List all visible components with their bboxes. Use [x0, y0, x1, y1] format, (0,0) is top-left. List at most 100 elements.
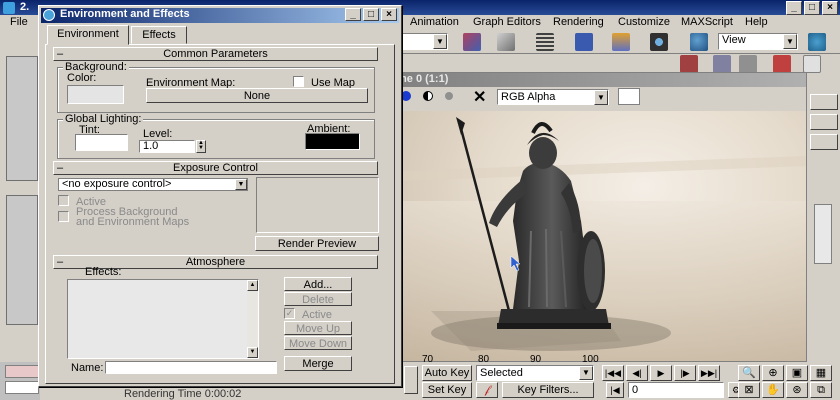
use-map-checkbox[interactable]	[293, 76, 304, 87]
zoom-extents-all-icon[interactable]: ▦	[810, 365, 832, 381]
exposure-control-rollout[interactable]: – Exposure Control	[53, 161, 378, 175]
delete-effect-button[interactable]: Delete	[284, 292, 352, 306]
menu-file[interactable]: File	[10, 16, 28, 28]
select-link-icon[interactable]	[680, 55, 698, 73]
panel-button[interactable]	[810, 134, 838, 150]
exposure-control-select[interactable]: <no exposure control> ▼	[58, 178, 248, 191]
move-up-button[interactable]: Move Up	[284, 321, 352, 335]
athena-statue-render	[401, 117, 806, 361]
dialog-close-button[interactable]: ×	[381, 8, 397, 21]
pan-icon[interactable]: ✋	[762, 382, 784, 398]
curve-editor-icon[interactable]	[575, 33, 593, 51]
app-logo-icon	[43, 9, 55, 21]
alpha-channel-icon[interactable]	[423, 91, 433, 101]
play-icon[interactable]: ▶	[650, 365, 672, 381]
channel-select[interactable]: RGB Alpha ▼	[497, 89, 609, 105]
mirror-icon[interactable]	[463, 33, 481, 51]
maxscript-listener[interactable]	[5, 365, 39, 378]
merge-button[interactable]: Merge	[284, 356, 352, 371]
effects-list[interactable]: ▲ ▼	[67, 279, 259, 359]
key-mode-toggle[interactable]	[404, 366, 418, 394]
exposure-active-checkbox[interactable]	[58, 195, 69, 206]
chevron-down-icon: ▼	[235, 179, 247, 190]
zoom-icon[interactable]: 🔍	[738, 365, 760, 381]
layer-manager-icon[interactable]	[536, 33, 554, 51]
default-tangent-icon[interactable]: 𝒻	[476, 382, 498, 398]
background-color-swatch[interactable]	[67, 85, 124, 104]
collapse-icon: –	[57, 162, 64, 174]
quick-render-icon[interactable]	[808, 33, 826, 51]
app-close-button[interactable]: ×	[822, 1, 838, 15]
align-icon[interactable]	[497, 33, 515, 51]
app-maximize-button[interactable]: □	[804, 1, 820, 15]
tab-effects[interactable]: Effects	[131, 26, 187, 44]
next-frame-icon[interactable]: |▶	[674, 365, 696, 381]
effect-name-field[interactable]	[105, 361, 277, 374]
zoom-extents-icon[interactable]: ▣	[786, 365, 808, 381]
previous-frame-icon[interactable]: ◀|	[626, 365, 648, 381]
current-frame-field[interactable]: 0	[628, 382, 724, 398]
orbit-icon[interactable]: ⊛	[786, 382, 808, 398]
menu-graph-editors[interactable]: Graph Editors	[473, 16, 541, 28]
render-type-select[interactable]: View ▼	[718, 33, 798, 50]
secondary-toolbar	[400, 54, 840, 74]
mesh-icon[interactable]	[739, 55, 757, 73]
monochrome-icon[interactable]	[445, 92, 453, 100]
reference-coord-select[interactable]: ▼	[402, 33, 448, 50]
level-spinner-field[interactable]: 1.0	[139, 140, 195, 153]
zoom-all-icon[interactable]: ⊕	[762, 365, 784, 381]
schematic-view-icon[interactable]	[612, 33, 630, 51]
auto-key-button[interactable]: Auto Key	[422, 365, 472, 381]
atmosphere-active-checkbox[interactable]: ✓	[284, 308, 295, 319]
menu-animation[interactable]: Animation	[410, 16, 459, 28]
maxscript-input[interactable]	[5, 381, 39, 394]
curve-icon[interactable]	[713, 55, 731, 73]
scroll-down-icon[interactable]: ▼	[247, 347, 258, 358]
panel-button[interactable]	[810, 114, 838, 130]
viewport-left[interactable]	[6, 195, 38, 325]
render-frame-icon[interactable]	[803, 55, 821, 73]
viewport-top[interactable]	[6, 56, 38, 181]
go-to-end-icon[interactable]: ▶▶|	[698, 365, 720, 381]
add-effect-button[interactable]: Add...	[284, 277, 352, 291]
rollout-title: Atmosphere	[185, 256, 246, 268]
tint-color-swatch[interactable]	[75, 134, 128, 151]
material-editor-icon[interactable]	[650, 33, 668, 51]
panel-button[interactable]	[810, 94, 838, 110]
common-parameters-rollout[interactable]: – Common Parameters	[53, 47, 378, 61]
menu-rendering[interactable]: Rendering	[553, 16, 604, 28]
key-selection-select[interactable]: Selected ▼	[476, 365, 594, 381]
maximize-viewport-icon[interactable]: ⧉	[810, 382, 832, 398]
clear-icon[interactable]: ✕	[473, 87, 486, 107]
color-swatch[interactable]	[618, 88, 640, 105]
scroll-up-icon[interactable]: ▲	[247, 280, 258, 291]
panel-scrollbar[interactable]	[814, 204, 832, 264]
app-title: 2.	[20, 1, 30, 13]
key-filters-button[interactable]: Key Filters...	[502, 382, 594, 398]
render-preview-button[interactable]: Render Preview	[255, 236, 379, 251]
dialog-minimize-button[interactable]: _	[345, 8, 361, 21]
go-to-start-icon[interactable]: |◀◀	[602, 365, 624, 381]
tab-environment[interactable]: Environment	[47, 25, 129, 45]
timeline-ruler[interactable]: 70 80 90 100	[400, 354, 800, 365]
key-selection-value: Selected	[480, 367, 523, 379]
menu-customize[interactable]: Customize	[618, 16, 670, 28]
menu-help[interactable]: Help	[745, 16, 768, 28]
field-of-view-icon[interactable]: ⊠	[738, 382, 760, 398]
snap-icon[interactable]	[773, 55, 791, 73]
ambient-color-swatch[interactable]	[305, 133, 360, 150]
menu-maxscript[interactable]: MAXScript	[681, 16, 733, 28]
left-status-area	[0, 362, 40, 400]
process-background-checkbox[interactable]	[58, 211, 69, 222]
set-key-button[interactable]: Set Key	[422, 382, 472, 398]
render-scene-icon[interactable]	[690, 33, 708, 51]
effects-list-scrollbar[interactable]: ▲ ▼	[247, 280, 258, 358]
playback-controls: |◀◀ ◀| ▶ |▶ ▶▶|	[602, 365, 727, 381]
app-minimize-button[interactable]: _	[786, 1, 802, 15]
environment-map-button[interactable]: None	[146, 88, 368, 103]
key-mode-icon[interactable]: |◀	[606, 382, 624, 398]
level-spinner-arrows[interactable]: ▲ ▼	[196, 140, 206, 153]
blue-channel-icon[interactable]	[401, 91, 411, 101]
move-down-button[interactable]: Move Down	[284, 336, 352, 350]
dialog-maximize-button[interactable]: □	[363, 8, 379, 21]
